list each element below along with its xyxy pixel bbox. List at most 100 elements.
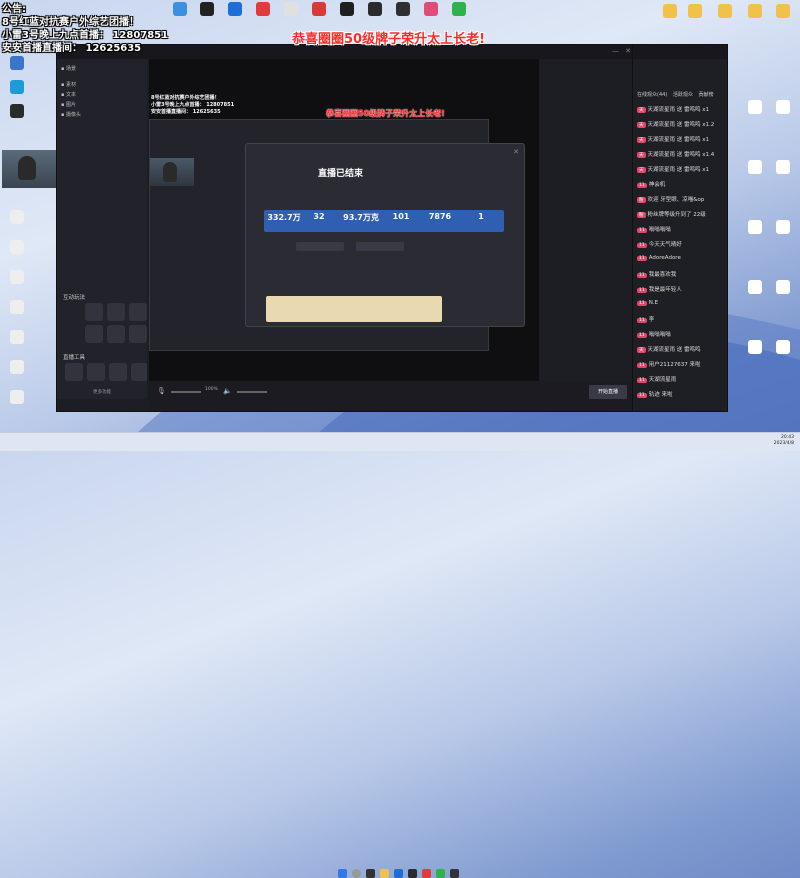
desktop-icon[interactable] [276, 2, 306, 17]
interact-tool-button[interactable] [85, 325, 103, 343]
taskbar-app-icon[interactable] [408, 869, 417, 878]
chat-message: 11 李 [637, 315, 723, 327]
more-features-link[interactable]: 更多功能 [93, 389, 111, 395]
desktop-icon[interactable] [332, 2, 362, 17]
chat-message: 11 今天天气晴好 [637, 240, 723, 252]
webcam-overlay-nested [150, 158, 194, 186]
volume-slider[interactable] [171, 391, 201, 393]
file-icon[interactable] [768, 340, 798, 355]
user-level-badge: 天 [637, 347, 646, 353]
speaker-slider[interactable] [237, 391, 267, 393]
interact-tool-button[interactable] [85, 303, 103, 321]
folder-icon[interactable] [710, 4, 740, 19]
live-tool-button[interactable] [65, 363, 83, 381]
tab-online[interactable]: 在线观众(44) [637, 92, 667, 98]
desktop-icon[interactable] [2, 330, 32, 345]
taskbar-app-icon[interactable] [380, 869, 389, 878]
taskbar-app-icon[interactable] [450, 869, 459, 878]
chat-message-text: 我是最年轻人 [648, 287, 682, 293]
live-tool-button[interactable] [87, 363, 105, 381]
file-icon[interactable] [768, 160, 798, 175]
start-live-button[interactable]: 开始直播 [589, 385, 627, 399]
interact-tool-button[interactable] [107, 325, 125, 343]
scene-item[interactable]: ▪ 文本 [61, 91, 143, 100]
taskbar-app-icon[interactable] [366, 869, 375, 878]
desktop-icon[interactable] [220, 2, 250, 17]
desktop-icon[interactable] [2, 270, 32, 285]
desktop-icon[interactable] [2, 240, 32, 255]
file-icon[interactable] [740, 220, 770, 235]
desktop-icon[interactable] [304, 2, 334, 17]
desktop-icon[interactable] [248, 2, 278, 17]
chat-message-text: 李 [648, 317, 655, 323]
file-icon[interactable] [768, 280, 798, 295]
chat-message: 11 嗡嗡嗡嗡 [637, 225, 723, 237]
scene-item[interactable]: ▪ 场景 [61, 65, 143, 74]
window-close-icon[interactable]: ✕ [625, 47, 631, 55]
chat-message-text: 天湖流星雨 送 雷鸣鸣 x1.2 [647, 122, 715, 128]
dialog-button[interactable] [356, 242, 404, 251]
file-icon[interactable] [768, 100, 798, 115]
desktop-icon[interactable] [444, 2, 474, 17]
user-level-badge: 11 [637, 363, 647, 368]
user-level-badge: 粉 [637, 212, 646, 218]
interact-tool-button[interactable] [129, 325, 147, 343]
dialog-button[interactable] [296, 242, 344, 251]
live-tool-button[interactable] [109, 363, 127, 381]
speaker-icon[interactable]: 🔈 [223, 387, 232, 395]
scene-item[interactable]: ▪ 图片 [61, 101, 143, 110]
folder-icon[interactable] [740, 4, 770, 19]
desktop-icon[interactable] [416, 2, 446, 17]
user-level-badge: 11 [637, 318, 647, 323]
desktop-icon[interactable] [2, 104, 32, 119]
tab-fans[interactable]: 活跃观众 [673, 92, 693, 98]
desktop-icon[interactable] [388, 2, 418, 17]
chat-message-text: 神会机 [648, 182, 666, 188]
user-level-badge: 11 [637, 228, 647, 233]
taskbar-app-icon[interactable] [394, 869, 403, 878]
file-icon[interactable] [740, 280, 770, 295]
dialog-close-icon[interactable]: ✕ [513, 148, 519, 156]
desktop-icon[interactable] [360, 2, 390, 17]
taskbar-app-icon[interactable] [436, 869, 445, 878]
file-icon[interactable] [740, 340, 770, 355]
stream-ended-title: 直播已结束 [318, 169, 364, 179]
desktop-icon[interactable] [2, 390, 32, 405]
desktop-icon[interactable] [2, 300, 32, 315]
folder-icon[interactable] [768, 4, 798, 19]
chat-message-text: 天湖流星雨 送 雷鸣鸣 x1.4 [647, 152, 715, 158]
desktop-icon[interactable] [192, 2, 222, 17]
mic-icon[interactable]: 🎙 [157, 387, 166, 395]
interact-tool-button[interactable] [129, 303, 147, 321]
live-tool-button[interactable] [131, 363, 147, 381]
stream-ended-dialog: 直播已结束 332.7万 32 93.7万克 101 7876 1 ✕ [245, 143, 525, 327]
clock[interactable]: 20:43 2023/4/8 [774, 435, 794, 447]
taskbar: 20:43 2023/4/8 [0, 432, 800, 878]
file-icon[interactable] [740, 100, 770, 115]
windows-start-icon[interactable] [338, 869, 347, 878]
desktop-icon[interactable] [2, 80, 32, 95]
desktop-icon[interactable] [2, 56, 32, 71]
section-interact-title: 互动玩法 [63, 295, 86, 301]
tab-rank[interactable]: 贡献榜 [698, 92, 713, 98]
scene-item[interactable]: ▪ 素材 [61, 81, 143, 90]
desktop-icon[interactable] [2, 360, 32, 375]
search-icon[interactable] [352, 869, 361, 878]
chat-message: 11 轨迹 来啦 [637, 390, 723, 402]
file-icon[interactable] [740, 160, 770, 175]
chat-message: 11 N.E [637, 300, 723, 312]
user-level-badge: 11 [637, 378, 647, 383]
desktop-icon[interactable] [2, 210, 32, 225]
file-icon[interactable] [768, 220, 798, 235]
chat-message: 天天湖流星雨 送 雷鸣鸣 [637, 345, 723, 357]
chat-message: 粉粉丝牌等级升到了 22级 [637, 210, 723, 222]
user-level-badge: 天 [637, 167, 646, 173]
stat-viewers: 7876 [428, 212, 452, 221]
scene-item[interactable]: ▪ 摄像头 [61, 111, 143, 120]
folder-icon[interactable] [680, 4, 710, 19]
chat-message-text: 用户21127637 来啦 [648, 362, 701, 368]
window-minimize-icon[interactable]: — [612, 47, 619, 55]
taskbar-app-icon[interactable] [422, 869, 431, 878]
desktop-icon[interactable] [165, 2, 195, 17]
interact-tool-button[interactable] [107, 303, 125, 321]
